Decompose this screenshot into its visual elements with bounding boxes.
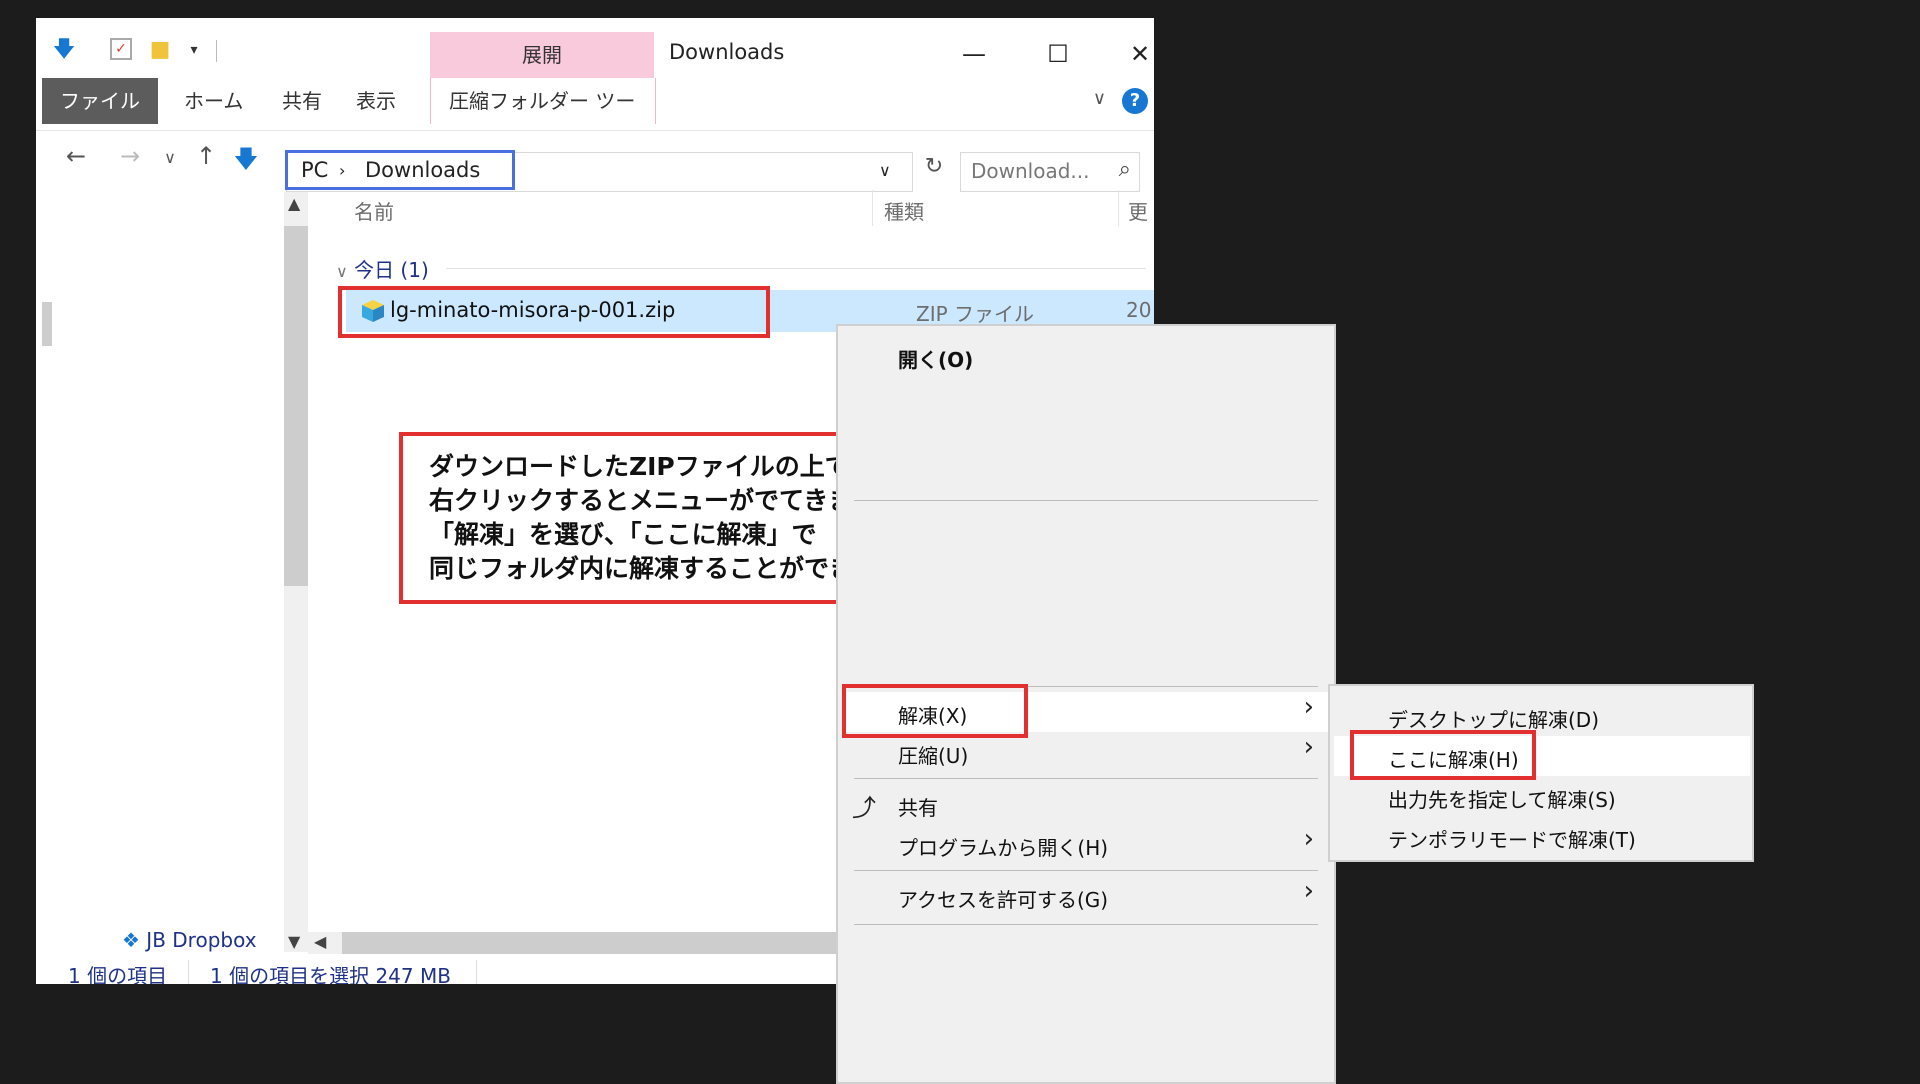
nav-item-dropbox-label: JB Dropbox (146, 928, 257, 952)
extract-highlight-box (842, 684, 1028, 738)
menu-item-open-with[interactable]: プログラムから開く(H) (898, 832, 1108, 861)
back-arrow-icon[interactable]: ← (60, 142, 92, 170)
tab-share[interactable]: 共有 (264, 78, 340, 124)
file-date: 20 (1126, 298, 1152, 322)
tab-home[interactable]: ホーム (166, 78, 261, 124)
help-icon[interactable]: ? (1122, 88, 1148, 114)
column-header-name[interactable]: 名前 (354, 196, 394, 225)
tab-compressed-folder-tools[interactable]: 圧縮フォルダー ツール (430, 78, 656, 159)
ribbon-tabs: ファイル ホーム 共有 表示 圧縮フォルダー ツール ∨ ? (36, 78, 1154, 159)
recent-locations-chevron-icon[interactable]: ∨ (154, 148, 186, 167)
submenu-arrow-icon: › (1303, 876, 1314, 906)
group-divider (446, 268, 1146, 269)
file-type: ZIP ファイル (916, 302, 1035, 326)
menu-separator (854, 778, 1318, 779)
file-highlight-box (338, 286, 770, 338)
breadcrumb-separator-icon: › (339, 161, 346, 180)
minimize-button[interactable]: — (944, 34, 1004, 74)
menu-item-compress[interactable]: 圧縮(U) (898, 740, 968, 769)
menu-item-open[interactable]: 開く(O) (898, 344, 973, 373)
customize-toolbar-dropdown-icon[interactable]: ▾ (182, 38, 206, 62)
group-collapse-chevron-icon[interactable]: ∨ (336, 262, 348, 281)
column-header-date[interactable]: 更 (1128, 196, 1148, 225)
search-placeholder: Download... (971, 159, 1090, 183)
share-icon: ⤴ (852, 794, 876, 822)
tab-file[interactable]: ファイル (42, 78, 158, 124)
scroll-down-icon[interactable]: ▼ (288, 932, 300, 951)
maximize-button[interactable]: ☐ (1028, 34, 1088, 74)
search-box[interactable]: Download... ⌕ (960, 152, 1140, 192)
downloads-folder-icon: 🡇 (233, 145, 259, 173)
context-tab-header-label: 展開 (522, 43, 562, 67)
search-icon[interactable]: ⌕ (1119, 157, 1131, 182)
forward-arrow-icon[interactable]: → (114, 142, 146, 170)
tab-view[interactable]: 表示 (338, 78, 414, 124)
status-divider (188, 960, 189, 984)
submenu-arrow-icon: › (1303, 692, 1314, 722)
scroll-left-icon[interactable]: ◀ (314, 932, 326, 951)
left-pane-scrollbar[interactable] (42, 302, 52, 346)
new-folder-icon[interactable]: ■ (148, 38, 172, 62)
menu-separator (854, 500, 1318, 501)
breadcrumb-downloads[interactable]: Downloads (365, 158, 480, 182)
breadcrumb-pc[interactable]: PC (301, 158, 328, 182)
window-title: Downloads (669, 40, 785, 64)
group-header[interactable]: ∨ 今日 (1) (336, 254, 429, 283)
up-arrow-icon[interactable]: ↑ (190, 142, 222, 170)
menu-item-give-access[interactable]: アクセスを許可する(G) (898, 884, 1108, 913)
context-tab-header: 展開 (430, 32, 654, 78)
navigation-pane (36, 192, 272, 952)
column-divider[interactable] (872, 190, 873, 226)
horizontal-scrollbar[interactable]: ◀ (308, 932, 868, 956)
toolbar-divider (216, 40, 217, 62)
dropbox-icon: ❖ (122, 928, 140, 952)
group-label: 今日 (1) (354, 258, 429, 282)
properties-checklist-icon[interactable]: ✓ (110, 38, 132, 60)
title-bar: 🡇 ✓ ■ ▾ 展開 Downloads — ☐ ✕ (36, 18, 1154, 78)
column-header-type[interactable]: 種類 (884, 196, 924, 225)
status-selection: 1 個の項目を選択 247 MB (210, 964, 451, 984)
submenu-arrow-icon: › (1303, 732, 1314, 762)
submenu-item-extract-to-location[interactable]: 出力先を指定して解凍(S) (1388, 784, 1616, 813)
menu-separator (854, 870, 1318, 871)
address-dropdown-icon[interactable]: ∨ (879, 161, 891, 180)
horizontal-scroll-thumb[interactable] (342, 932, 862, 956)
address-bar[interactable]: PC › Downloads ∨ (285, 150, 913, 192)
submenu-item-extract-to-desktop[interactable]: デスクトップに解凍(D) (1388, 704, 1599, 733)
vertical-scroll-thumb[interactable] (284, 226, 308, 586)
status-divider (476, 960, 477, 984)
menu-separator (854, 924, 1318, 925)
extract-here-highlight-box (1350, 730, 1536, 780)
column-divider[interactable] (1118, 190, 1119, 226)
scroll-up-icon[interactable]: ▲ (288, 194, 300, 213)
menu-item-share[interactable]: 共有 (898, 792, 938, 821)
submenu-arrow-icon: › (1303, 824, 1314, 854)
download-arrow-icon[interactable]: 🡇 (52, 38, 76, 62)
status-item-count: 1 個の項目 (68, 964, 168, 984)
close-button[interactable]: ✕ (1110, 34, 1154, 74)
vertical-scrollbar[interactable]: ▲ ▼ (284, 192, 308, 952)
submenu-item-extract-temporary[interactable]: テンポラリモードで解凍(T) (1388, 824, 1636, 853)
refresh-icon[interactable]: ↻ (918, 154, 950, 179)
expand-ribbon-chevron-icon[interactable]: ∨ (1093, 88, 1106, 109)
nav-item-dropbox[interactable]: ❖ JB Dropbox (122, 928, 257, 952)
navigation-bar: ← → ∨ ↑ 🡇 PC › Downloads ∨ ↻ Download...… (36, 132, 1154, 192)
